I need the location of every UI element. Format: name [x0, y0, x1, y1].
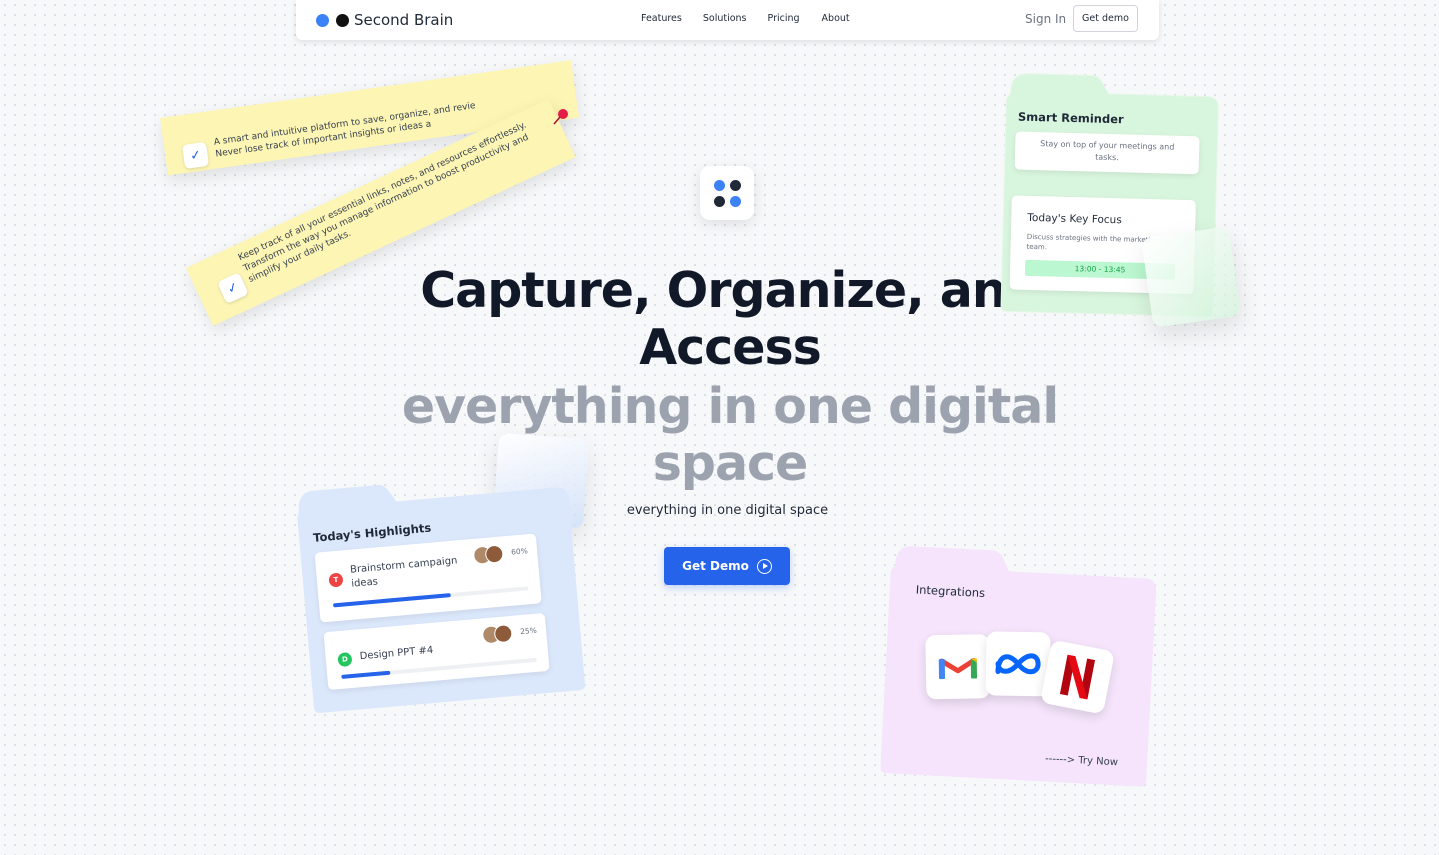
integrations-card: Integrations ------> Try Now: [876, 541, 1163, 790]
hero-title-gray-line1: everything in one digital: [401, 378, 1059, 435]
hero-subtitle: everything in one digital space: [626, 503, 829, 518]
hero-title: Capture, Organize, and Access: [380, 262, 1080, 376]
progress-fill: [341, 670, 391, 679]
nav-link-solutions[interactable]: Solutions: [703, 13, 747, 24]
logo-dot-blue-icon: [316, 13, 329, 27]
highlights-card: Today's Highlights T Brainstorm campaign…: [290, 458, 589, 717]
avatar: [484, 544, 505, 564]
logo-dot-black-icon: [336, 13, 349, 27]
progress-fill: [332, 593, 451, 608]
reminder-message-card: Stay on top of your meetings and tasks.: [1014, 131, 1200, 175]
initial-avatar: D: [337, 651, 353, 668]
avatar: [493, 623, 514, 644]
glass-tile-decoration: [1141, 226, 1241, 328]
highlight-label-line1: Design PPT #4: [359, 644, 434, 663]
top-nav: Second Brain Features Solutions Pricing …: [296, 0, 1159, 40]
hero-title-line2: Access: [639, 319, 822, 376]
play-circle-icon: [756, 558, 772, 574]
nav-link-pricing[interactable]: Pricing: [768, 13, 800, 24]
initial-avatar: T: [328, 572, 344, 588]
nav-links: Features Solutions Pricing About: [641, 13, 850, 24]
brand-name: Second Brain: [354, 11, 454, 29]
get-demo-nav-button[interactable]: Get demo: [1073, 5, 1138, 32]
checkbox-checked-icon[interactable]: ✓: [182, 141, 210, 169]
reminder-message: Stay on top of your meetings and tasks.: [1040, 139, 1175, 163]
progress-percent: 60%: [510, 546, 529, 557]
nav-link-about[interactable]: About: [822, 13, 850, 24]
hero-title-line1: Capture, Organize, and: [420, 262, 1041, 319]
netflix-icon[interactable]: [1039, 639, 1115, 715]
key-focus-title: Today's Key Focus: [1027, 211, 1122, 227]
nav-link-features[interactable]: Features: [641, 13, 682, 24]
progress-percent: 25%: [519, 625, 538, 637]
gmail-icon[interactable]: [925, 634, 991, 700]
checkbox-checked-icon[interactable]: ✓: [216, 272, 249, 305]
get-demo-button[interactable]: Get Demo: [664, 547, 790, 585]
app-icon: [700, 166, 754, 220]
meta-icon[interactable]: [985, 631, 1051, 697]
get-demo-label: Get Demo: [682, 559, 749, 573]
smart-reminder-title: Smart Reminder: [1017, 109, 1124, 127]
brand-logo[interactable]: Second Brain: [316, 11, 453, 29]
sign-in-link[interactable]: Sign In: [1025, 12, 1066, 26]
key-focus-desc: Discuss strategies with the marketi team…: [1026, 232, 1151, 252]
pushpin-icon: [553, 109, 568, 125]
